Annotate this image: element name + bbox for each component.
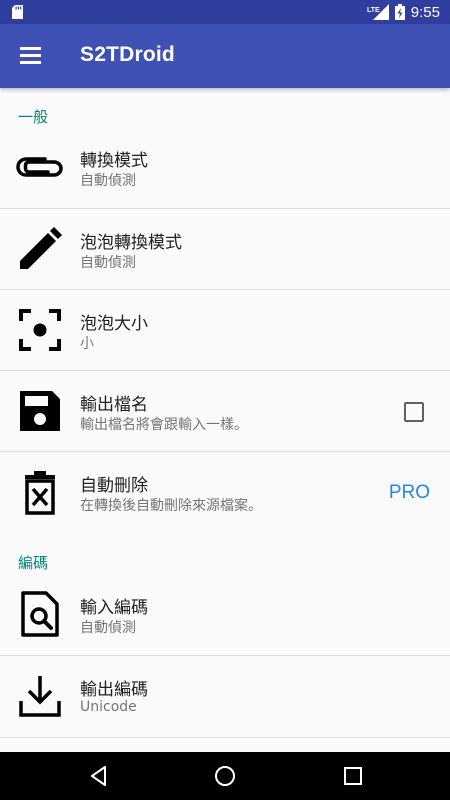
- app-title: S2TDroid: [80, 43, 175, 66]
- auto-delete-setting[interactable]: 自動刪除 在轉換後自動刪除來源檔案。 PRO: [0, 452, 450, 533]
- auto-delete-description: 在轉換後自動刪除來源檔案。: [80, 498, 262, 514]
- input-encoding-setting[interactable]: 輸入編碼 自動偵測: [0, 574, 450, 655]
- home-icon[interactable]: [213, 764, 237, 788]
- recents-icon[interactable]: [341, 764, 365, 788]
- download-icon: [19, 676, 61, 717]
- section-header-encoding: 編碼: [18, 554, 49, 572]
- pencil-icon: [20, 227, 62, 269]
- bubble-size-setting[interactable]: 泡泡大小 小: [0, 290, 450, 371]
- paperclip-icon: [16, 157, 63, 177]
- file-search-icon: [21, 591, 59, 637]
- pro-badge: PRO: [388, 482, 430, 503]
- output-filename-description: 輸出檔名將會跟輸入一樣。: [80, 417, 248, 433]
- output-filename-checkbox[interactable]: [404, 402, 424, 422]
- status-bar: LTE 9:55: [0, 0, 450, 24]
- divider: [0, 737, 450, 738]
- bubble-convert-mode-title: 泡泡轉換模式: [80, 233, 182, 253]
- bubble-convert-mode-setting[interactable]: 泡泡轉換模式 自動偵測: [0, 209, 450, 290]
- output-encoding-value: Unicode: [80, 699, 137, 715]
- trash-delete-icon: [25, 471, 55, 515]
- convert-mode-value: 自動偵測: [80, 173, 136, 189]
- app-bar: S2TDroid: [0, 24, 450, 88]
- bubble-size-title: 泡泡大小: [80, 314, 148, 334]
- back-icon[interactable]: [87, 764, 111, 788]
- output-filename-setting[interactable]: 輸出檔名 輸出檔名將會跟輸入一樣。: [0, 371, 450, 452]
- section-header-general: 一般: [18, 108, 49, 126]
- hamburger-menu-icon[interactable]: [20, 46, 41, 64]
- bubble-size-value: 小: [80, 336, 94, 352]
- output-encoding-title: 輸出編碼: [80, 680, 148, 700]
- status-time: 9:55: [410, 3, 440, 21]
- battery-charging-icon: [394, 4, 405, 20]
- input-encoding-title: 輸入編碼: [80, 598, 148, 618]
- signal-icon: LTE: [367, 4, 389, 20]
- network-label: LTE: [367, 7, 380, 14]
- auto-delete-title: 自動刪除: [80, 476, 148, 496]
- output-filename-title: 輸出檔名: [80, 395, 148, 415]
- center-focus-icon: [19, 309, 61, 351]
- input-encoding-value: 自動偵測: [80, 620, 136, 636]
- floppy-save-icon: [20, 391, 60, 431]
- convert-mode-setting[interactable]: 轉換模式 自動偵測: [0, 127, 450, 208]
- sd-card-icon: [12, 5, 23, 19]
- convert-mode-title: 轉換模式: [80, 151, 148, 171]
- bubble-convert-mode-value: 自動偵測: [80, 255, 136, 271]
- system-nav-bar: [0, 752, 450, 800]
- output-encoding-setting[interactable]: 輸出編碼 Unicode: [0, 656, 450, 737]
